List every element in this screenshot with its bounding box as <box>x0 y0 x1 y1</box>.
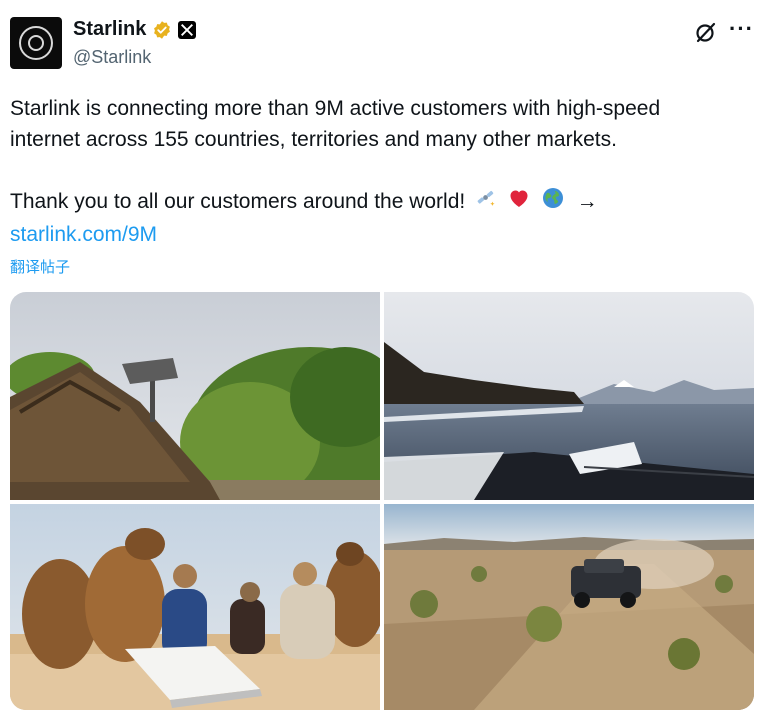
grok-icon[interactable] <box>694 20 718 44</box>
starlink-logo-icon <box>19 26 53 60</box>
avatar[interactable] <box>10 17 62 69</box>
more-options-button[interactable]: ··· <box>729 16 754 42</box>
media-grid <box>10 292 754 710</box>
post-link[interactable]: starlink.com/9M <box>10 219 157 250</box>
post-text-thanks: Thank you to all our customers around th… <box>10 190 466 214</box>
arrow-right-icon: → <box>576 190 598 214</box>
author-display-name[interactable]: Starlink <box>73 18 146 41</box>
post-text-line-1: Starlink is connecting more than 9M acti… <box>10 97 661 120</box>
x-affiliate-icon[interactable] <box>178 20 197 39</box>
satellite-sparkle-emoji-icon <box>475 187 497 218</box>
post-text-line-2: internet across 155 countries, territori… <box>10 128 617 151</box>
post-card: Starlink @Starlink ··· Starlink is conne… <box>0 0 762 724</box>
media-image-3[interactable] <box>10 504 380 710</box>
author-handle[interactable]: @Starlink <box>73 47 151 68</box>
media-image-4[interactable] <box>384 504 754 710</box>
post-text-line-3: Thank you to all our customers around th… <box>10 186 598 219</box>
media-image-1[interactable] <box>10 292 380 500</box>
media-image-2[interactable] <box>384 292 754 500</box>
author-name-row: Starlink <box>73 18 197 41</box>
globe-emoji-icon <box>541 186 565 219</box>
red-heart-emoji-icon <box>507 186 531 219</box>
translate-post-button[interactable]: 翻译帖子 <box>10 256 70 277</box>
verified-badge-icon[interactable] <box>152 20 172 40</box>
